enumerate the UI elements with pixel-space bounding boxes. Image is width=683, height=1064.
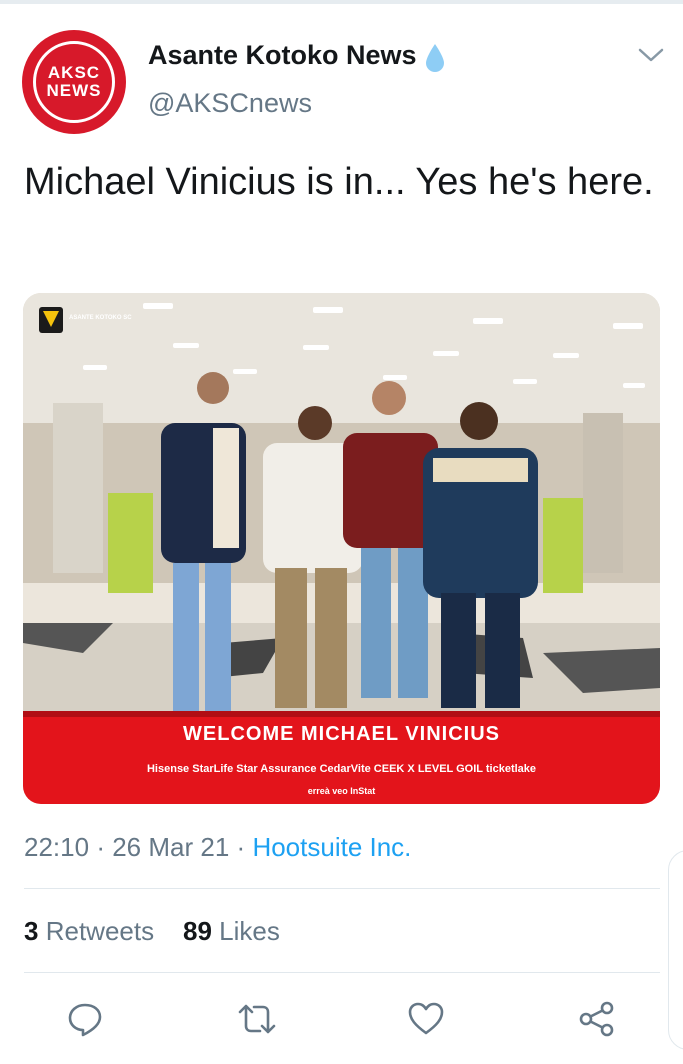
like-icon[interactable] bbox=[407, 1000, 445, 1043]
chevron-down-icon[interactable] bbox=[636, 44, 666, 71]
likes-stat[interactable]: 89 Likes bbox=[183, 916, 280, 946]
retweets-label: Retweets bbox=[45, 916, 155, 946]
meta-separator: · bbox=[236, 832, 246, 862]
divider bbox=[24, 888, 660, 889]
tweet-date: 26 Mar 21 bbox=[112, 832, 230, 862]
avatar-logo: AKSC NEWS bbox=[33, 41, 115, 123]
banner-headline: WELCOME MICHAEL VINICIUS bbox=[183, 723, 500, 745]
meta-separator: · bbox=[96, 832, 105, 862]
likes-count: 89 bbox=[183, 916, 212, 946]
drop-icon bbox=[424, 42, 446, 79]
likes-label: Likes bbox=[219, 916, 280, 946]
club-tag: ASANTE KOTOKO SC bbox=[69, 315, 132, 321]
tweet-meta: 22:10 · 26 Mar 21 · Hootsuite Inc. bbox=[24, 832, 411, 863]
sponsors-line-1: Hisense StarLife Star Assurance CedarVit… bbox=[146, 763, 537, 775]
tweet-source-link[interactable]: Hootsuite Inc. bbox=[252, 832, 411, 862]
tweet-text: Michael Vinicius is in... Yes he's here. bbox=[24, 161, 654, 203]
reply-icon[interactable] bbox=[66, 1000, 104, 1043]
author-handle[interactable]: @AKSCnews bbox=[148, 88, 312, 119]
tweet-media[interactable]: ASANTE KOTOKO SC WELCOME MICHAEL VINICIU… bbox=[23, 293, 660, 804]
author-name[interactable]: Asante Kotoko News bbox=[148, 40, 417, 71]
top-divider bbox=[0, 0, 683, 4]
tweet-stats: 3 Retweets 89 Likes bbox=[24, 916, 280, 947]
retweets-count: 3 bbox=[24, 916, 39, 946]
tweet-time: 22:10 bbox=[24, 832, 90, 862]
sponsors-line-2: erreà veo InStat bbox=[307, 786, 376, 796]
share-icon[interactable] bbox=[578, 1000, 616, 1043]
avatar-text-line2: NEWS bbox=[46, 81, 102, 100]
divider bbox=[24, 972, 660, 973]
retweet-icon[interactable] bbox=[236, 1000, 278, 1043]
avatar[interactable]: AKSC NEWS bbox=[22, 30, 126, 134]
floating-button-edge[interactable] bbox=[668, 850, 683, 1050]
avatar-text-line1: AKSC bbox=[47, 63, 101, 82]
retweets-stat[interactable]: 3 Retweets bbox=[24, 916, 154, 946]
